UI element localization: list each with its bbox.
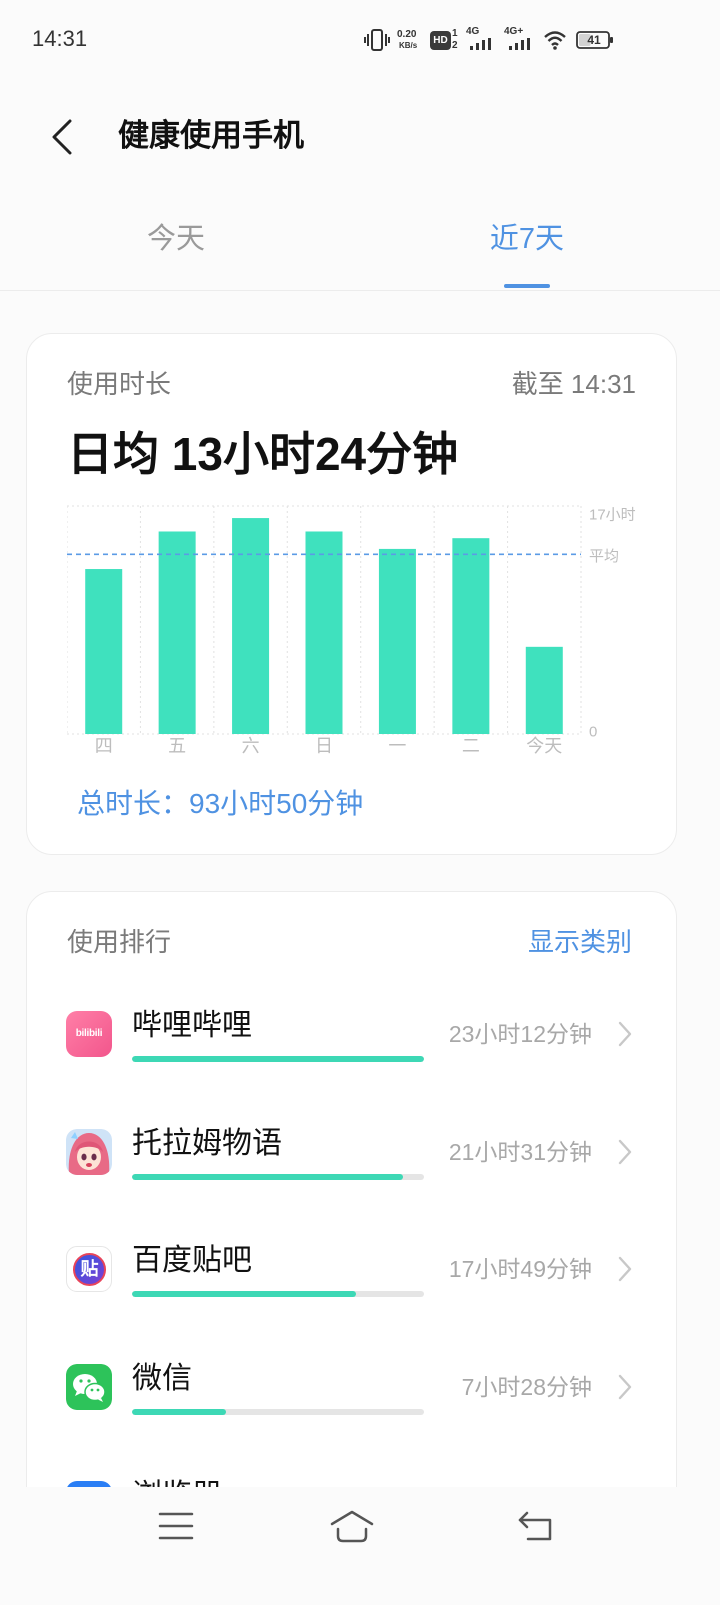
net-speed-value: 0.20 xyxy=(397,29,417,40)
network-type-2: 4G+ xyxy=(504,26,524,37)
status-time: 14:31 xyxy=(32,26,88,51)
usage-progress-fill xyxy=(132,1056,424,1062)
app-duration: 21小时31分钟 xyxy=(448,1138,592,1165)
vibrate-icon xyxy=(364,29,390,51)
total-duration: 总时长：93小时50分钟 xyxy=(77,788,364,819)
back-arrow-icon xyxy=(52,119,72,155)
chevron-right-icon xyxy=(618,1256,632,1282)
y-tick-label: 0 xyxy=(589,724,597,741)
app-duration: 7小时28分钟 xyxy=(461,1373,592,1400)
x-tick-label: 六 xyxy=(242,736,260,756)
chart-bar-日 xyxy=(305,531,343,734)
net-speed-unit: KB/s xyxy=(399,41,418,50)
app-usage-row[interactable]: bilibili 哔哩哔哩 23小时12分钟 xyxy=(27,1001,676,1101)
x-tick-label: 一 xyxy=(388,736,406,756)
tabs-divider xyxy=(0,290,720,291)
chart-bar-一 xyxy=(378,548,416,734)
app-duration: 17小时49分钟 xyxy=(448,1256,592,1283)
usage-progress-bar xyxy=(132,1173,424,1180)
tab-label: 近7天 xyxy=(489,223,565,255)
usage-progress-fill xyxy=(132,1291,357,1298)
app-name: 百度贴吧 xyxy=(132,1244,252,1278)
back-icon[interactable] xyxy=(516,1510,556,1542)
chevron-right-icon xyxy=(618,1021,632,1047)
usage-progress-fill xyxy=(132,1408,227,1415)
x-tick-label: 五 xyxy=(168,736,186,756)
hd-badge: HD xyxy=(430,31,451,50)
app-duration: 23小时12分钟 xyxy=(448,1021,592,1047)
menu-icon[interactable] xyxy=(158,1511,194,1541)
active-tab-indicator xyxy=(504,284,550,288)
x-tick-label: 日 xyxy=(315,736,333,756)
sim-slot-1: 1 xyxy=(452,28,458,39)
chart-bars xyxy=(85,518,563,734)
app-name: 微信 xyxy=(132,1361,192,1395)
page-title: 健康使用手机 xyxy=(118,118,304,153)
usage-progress-bar xyxy=(132,1291,424,1298)
tab-today[interactable]: 今天 xyxy=(26,216,326,262)
y-tick-label: 17小时 xyxy=(589,507,636,524)
toram-online-app-icon xyxy=(66,1128,112,1175)
app-usage-row[interactable]: 托拉姆物语 21小时31分钟 xyxy=(27,1119,676,1219)
chart-bar-今天 xyxy=(525,646,563,734)
network-type-1: 4G xyxy=(466,26,480,37)
tieba-logo: 贴 xyxy=(73,1253,106,1287)
daily-average: 日均 13小时24分钟 xyxy=(67,428,459,480)
show-categories-button[interactable]: 显示类别 xyxy=(528,926,632,958)
wifi-icon xyxy=(544,31,566,50)
app-name: 托拉姆物语 xyxy=(132,1126,282,1160)
chart-bar-二 xyxy=(452,538,490,734)
tab-last-7-days[interactable]: 近7天 xyxy=(377,216,677,262)
battery-percent: 41 xyxy=(587,33,601,47)
chevron-right-icon xyxy=(618,1139,632,1164)
tab-label: 今天 xyxy=(146,223,205,255)
average-label: 平均 xyxy=(589,548,619,565)
signal-bars-icon xyxy=(470,38,491,50)
x-tick-label: 今天 xyxy=(526,736,562,756)
wechat-app-icon xyxy=(66,1363,112,1410)
x-tick-label: 四 xyxy=(95,736,113,756)
navigation-bar xyxy=(0,1487,720,1605)
ranking-title: 使用排行 xyxy=(67,927,172,957)
signal-bars-icon xyxy=(509,38,530,50)
usage-progress-fill xyxy=(132,1173,403,1180)
app-name: 哔哩哔哩 xyxy=(132,1009,252,1042)
chart-bar-五 xyxy=(158,531,196,734)
bilibili-app-icon: bilibili xyxy=(66,1011,112,1057)
as-of-time: 截至 14:31 xyxy=(511,369,636,399)
chevron-right-icon xyxy=(618,1374,632,1399)
home-icon[interactable] xyxy=(328,1508,376,1544)
app-usage-row[interactable]: 贴 百度贴吧 17小时49分钟 xyxy=(27,1236,676,1336)
usage-progress-bar xyxy=(132,1056,424,1062)
usage-bar-chart: 平均 0 17小时 四 五 六 日 一 二 今天 xyxy=(67,505,636,756)
usage-duration-card: 使用时长 截至 14:31 日均 13小时24分钟 平均 0 17小时 四 五 … xyxy=(26,333,677,855)
back-button[interactable] xyxy=(40,112,88,162)
usage-card-title: 使用时长 xyxy=(67,369,172,399)
app-usage-row[interactable]: 微信 7小时28分钟 xyxy=(27,1354,676,1454)
x-tick-label: 二 xyxy=(462,736,480,756)
chart-bar-四 xyxy=(85,569,123,734)
sim-slot-2: 2 xyxy=(452,40,458,51)
usage-progress-bar xyxy=(132,1408,424,1415)
baidu-tieba-app-icon: 贴 xyxy=(66,1246,112,1293)
usage-ranking-card: 使用排行 显示类别 bilibili 哔哩哔哩 23小时12分钟 托拉姆物语 2… xyxy=(26,891,677,1591)
chart-bar-六 xyxy=(232,518,270,734)
